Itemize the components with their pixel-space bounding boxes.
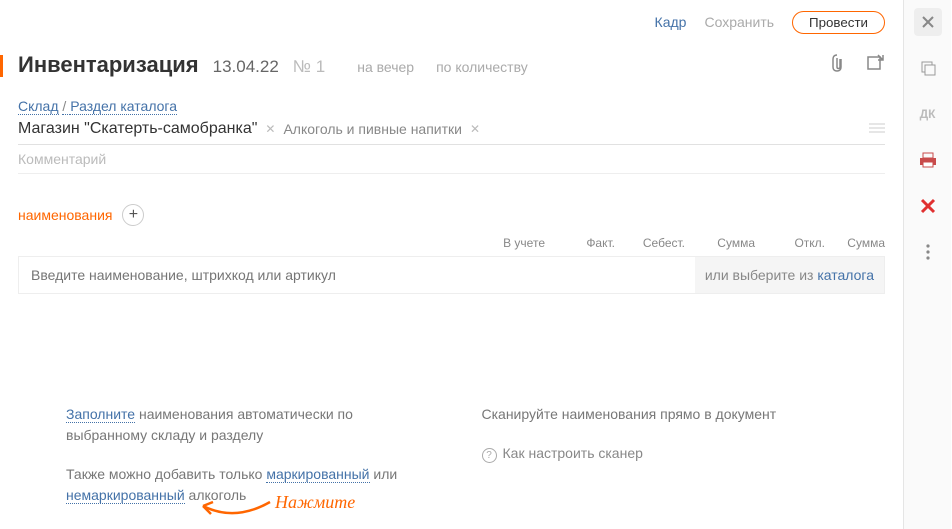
header-icons <box>829 53 885 73</box>
or-select-text: или выберите из каталога <box>695 267 884 283</box>
col-sum: Сумма <box>685 236 755 250</box>
col-instock: В учете <box>475 236 545 250</box>
scan-text: Сканируйте наименования прямо в документ <box>482 404 838 425</box>
catalog-link[interactable]: каталога <box>817 267 874 283</box>
copy-icon[interactable] <box>914 54 942 82</box>
comment-field[interactable]: Комментарий <box>18 145 885 174</box>
annotation-arrow <box>195 494 275 524</box>
tabs-row: наименования + <box>18 204 885 226</box>
also-text: Также можно добавить только <box>66 466 266 482</box>
column-headers: В учете Факт. Себест. Сумма Откл. Сумма <box>18 236 885 256</box>
col-cost: Себест. <box>615 236 685 250</box>
top-toolbar: Кадр Сохранить Провести <box>18 10 885 34</box>
col-fact: Факт. <box>545 236 615 250</box>
store-row: Магазин "Скатерть-самобранка" ✕ Алкоголь… <box>18 120 885 145</box>
marked-link[interactable]: маркированный <box>266 466 369 483</box>
save-link[interactable]: Сохранить <box>704 14 774 30</box>
clear-store-icon[interactable]: ✕ <box>265 122 275 136</box>
delete-icon[interactable] <box>914 192 942 220</box>
frame-link[interactable]: Кадр <box>655 14 687 30</box>
process-button[interactable]: Провести <box>792 11 885 34</box>
store-name[interactable]: Магазин "Скатерть-самобранка" <box>18 120 257 138</box>
col-sum2: Сумма <box>825 236 885 250</box>
time-option[interactable]: на вечер <box>357 59 414 75</box>
close-icon[interactable] <box>914 8 942 36</box>
col-dev: Откл. <box>755 236 825 250</box>
page-title: Инвентаризация <box>18 52 199 78</box>
item-input-row: или выберите из каталога <box>18 256 885 294</box>
unmarked-link[interactable]: немаркированный <box>66 487 185 504</box>
hints-block: Заполните наименования автоматически по … <box>18 404 885 506</box>
breadcrumb-warehouse[interactable]: Склад <box>18 98 59 115</box>
more-icon[interactable] <box>914 238 942 266</box>
row-menu-icon[interactable] <box>869 121 885 137</box>
clear-category-icon[interactable]: ✕ <box>470 122 480 136</box>
print-icon[interactable] <box>914 146 942 174</box>
doc-number[interactable]: № 1 <box>293 57 325 77</box>
dk-button[interactable]: ДК <box>914 100 942 128</box>
or-text: или <box>370 466 398 482</box>
breadcrumb-section[interactable]: Раздел каталога <box>70 98 177 115</box>
accent-bar <box>0 55 3 77</box>
fill-link[interactable]: Заполните <box>66 406 135 423</box>
right-sidebar: ДК <box>903 0 951 529</box>
category-name[interactable]: Алкоголь и пивные напитки <box>283 121 462 137</box>
attachment-icon[interactable] <box>829 53 845 73</box>
doc-date[interactable]: 13.04.22 <box>213 57 279 77</box>
item-input[interactable] <box>19 257 695 293</box>
help-icon: ? <box>482 448 497 463</box>
export-icon[interactable] <box>865 53 885 73</box>
howto-link[interactable]: Как настроить сканер <box>503 445 643 461</box>
breadcrumb: Склад / Раздел каталога <box>18 98 885 114</box>
tab-names[interactable]: наименования <box>18 207 112 223</box>
qty-option[interactable]: по количеству <box>436 59 528 75</box>
add-button[interactable]: + <box>122 204 144 226</box>
document-header: Инвентаризация 13.04.22 № 1 на вечер по … <box>18 52 885 78</box>
annotation-text: Нажмите <box>275 492 355 513</box>
